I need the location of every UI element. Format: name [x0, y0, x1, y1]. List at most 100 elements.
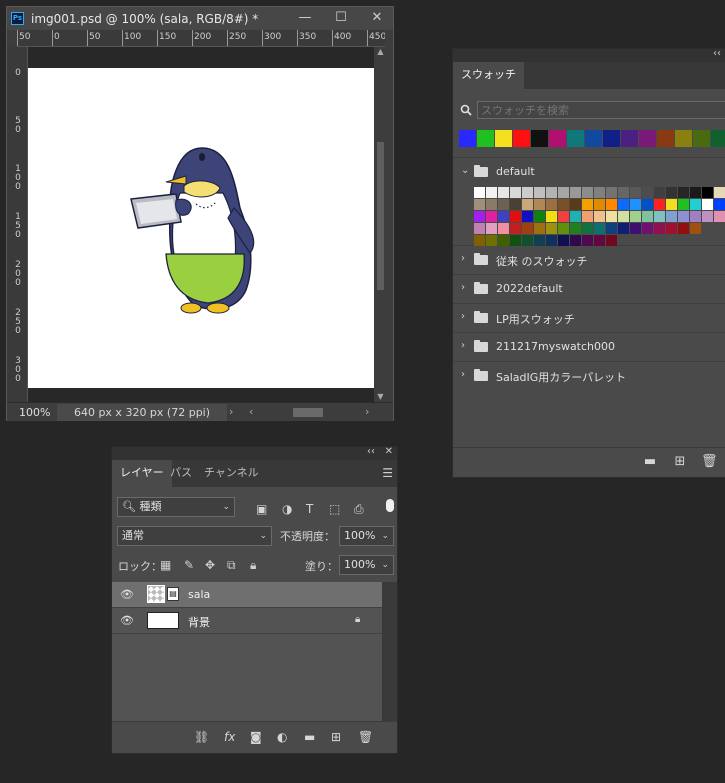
- swatch[interactable]: [570, 211, 581, 222]
- swatch[interactable]: [654, 199, 665, 210]
- swatch[interactable]: [570, 199, 581, 210]
- swatch[interactable]: [678, 199, 689, 210]
- minimize-button[interactable]: —: [287, 7, 323, 30]
- adjustment-layer-icon[interactable]: ◐: [277, 730, 287, 744]
- lock-icon[interactable]: 🔒︎: [355, 614, 360, 625]
- swatch[interactable]: [606, 235, 617, 246]
- adjustment-filter-icon[interactable]: ◑: [282, 502, 292, 516]
- swatch-group-row[interactable]: › SaladIG用カラーパレット: [453, 361, 725, 389]
- lock-position-icon[interactable]: ✥: [205, 558, 215, 572]
- recent-swatch[interactable]: [603, 130, 620, 147]
- swatch[interactable]: [714, 211, 725, 222]
- swatch-group-row[interactable]: › 従来 のスウォッチ: [453, 245, 725, 273]
- document-titlebar[interactable]: Ps img001.psd @ 100% (sala, RGB/8#) * — …: [7, 7, 393, 30]
- swatch[interactable]: [582, 223, 593, 234]
- swatch[interactable]: [630, 187, 641, 198]
- swatch[interactable]: [498, 199, 509, 210]
- swatch[interactable]: [630, 211, 641, 222]
- swatch[interactable]: [594, 211, 605, 222]
- swatch[interactable]: [498, 235, 509, 246]
- swatch[interactable]: [642, 199, 653, 210]
- swatch[interactable]: [582, 211, 593, 222]
- link-layers-icon[interactable]: ⛓: [194, 730, 209, 744]
- swatch[interactable]: [618, 211, 629, 222]
- swatch[interactable]: [486, 187, 497, 198]
- vertical-scrollbar[interactable]: ▲ ▼: [374, 47, 387, 402]
- recent-swatch[interactable]: [567, 130, 584, 147]
- delete-layer-icon[interactable]: 🗑: [358, 730, 373, 744]
- panel-header[interactable]: ‹‹: [453, 48, 725, 62]
- swatch[interactable]: [498, 187, 509, 198]
- collapse-panel-icon[interactable]: ‹‹: [367, 446, 375, 457]
- panel-menu-icon[interactable]: ☰: [382, 466, 393, 480]
- new-group-icon[interactable]: ▬: [304, 730, 315, 744]
- document-info[interactable]: 640 px x 320 px (72 ppi): [57, 404, 227, 421]
- recent-swatch[interactable]: [531, 130, 548, 147]
- filter-toggle[interactable]: [386, 499, 394, 512]
- recent-swatch[interactable]: [693, 130, 710, 147]
- swatch[interactable]: [690, 211, 701, 222]
- scroll-right-icon[interactable]: ›: [365, 405, 369, 418]
- swatch[interactable]: [534, 223, 545, 234]
- swatch[interactable]: [678, 187, 689, 198]
- type-filter-icon[interactable]: T: [306, 502, 313, 516]
- recent-swatch[interactable]: [513, 130, 530, 147]
- swatch[interactable]: [558, 235, 569, 246]
- swatch[interactable]: [474, 199, 485, 210]
- swatch[interactable]: [534, 199, 545, 210]
- lock-artboard-icon[interactable]: ⧉: [227, 558, 236, 573]
- delete-icon[interactable]: 🗑: [701, 455, 718, 469]
- lock-all-icon[interactable]: 🔒︎: [250, 558, 256, 573]
- swatch[interactable]: [630, 199, 641, 210]
- swatch[interactable]: [714, 199, 725, 210]
- swatch[interactable]: [558, 187, 569, 198]
- swatch[interactable]: [558, 211, 569, 222]
- swatch[interactable]: [486, 199, 497, 210]
- swatch[interactable]: [654, 187, 665, 198]
- chevron-right-icon[interactable]: ›: [461, 282, 465, 293]
- maximize-button[interactable]: ☐: [323, 7, 359, 30]
- swatch[interactable]: [570, 223, 581, 234]
- swatch[interactable]: [690, 187, 701, 198]
- swatch[interactable]: [678, 211, 689, 222]
- swatch[interactable]: [666, 223, 677, 234]
- scroll-up-icon[interactable]: ▲: [374, 47, 387, 56]
- swatch[interactable]: [546, 211, 557, 222]
- swatch[interactable]: [546, 235, 557, 246]
- swatch[interactable]: [582, 235, 593, 246]
- status-menu-icon[interactable]: ›: [229, 405, 233, 418]
- swatch[interactable]: [606, 199, 617, 210]
- smart-object-filter-icon[interactable]: ⎙: [354, 502, 364, 517]
- chevron-right-icon[interactable]: ›: [461, 253, 465, 264]
- swatch[interactable]: [486, 235, 497, 246]
- layer-row-sala[interactable]: 👁︎ ▤ sala: [112, 582, 382, 608]
- panel-header[interactable]: ‹‹ ✕: [112, 446, 397, 460]
- swatch[interactable]: [666, 187, 677, 198]
- recent-swatch[interactable]: [459, 130, 476, 147]
- layer-list-scrollbar[interactable]: [382, 582, 397, 722]
- recent-swatch[interactable]: [621, 130, 638, 147]
- recent-swatch[interactable]: [657, 130, 674, 147]
- swatch[interactable]: [546, 187, 557, 198]
- swatch[interactable]: [594, 235, 605, 246]
- recent-swatch[interactable]: [675, 130, 692, 147]
- swatch[interactable]: [498, 211, 509, 222]
- swatch[interactable]: [666, 199, 677, 210]
- swatch[interactable]: [486, 223, 497, 234]
- swatch[interactable]: [558, 199, 569, 210]
- swatch[interactable]: [558, 223, 569, 234]
- swatch[interactable]: [618, 223, 629, 234]
- blend-mode-select[interactable]: 通常 ⌄: [117, 526, 272, 546]
- swatch[interactable]: [666, 211, 677, 222]
- chevron-right-icon[interactable]: ›: [461, 369, 465, 380]
- swatch[interactable]: [570, 235, 581, 246]
- swatch[interactable]: [690, 223, 701, 234]
- swatch[interactable]: [678, 223, 689, 234]
- horizontal-scroll-thumb[interactable]: [293, 408, 323, 417]
- swatch[interactable]: [594, 199, 605, 210]
- swatch[interactable]: [474, 223, 485, 234]
- swatch[interactable]: [534, 211, 545, 222]
- swatch[interactable]: [702, 199, 713, 210]
- recent-swatch[interactable]: [639, 130, 656, 147]
- vertical-ruler[interactable]: 050100150200250300350: [7, 47, 28, 402]
